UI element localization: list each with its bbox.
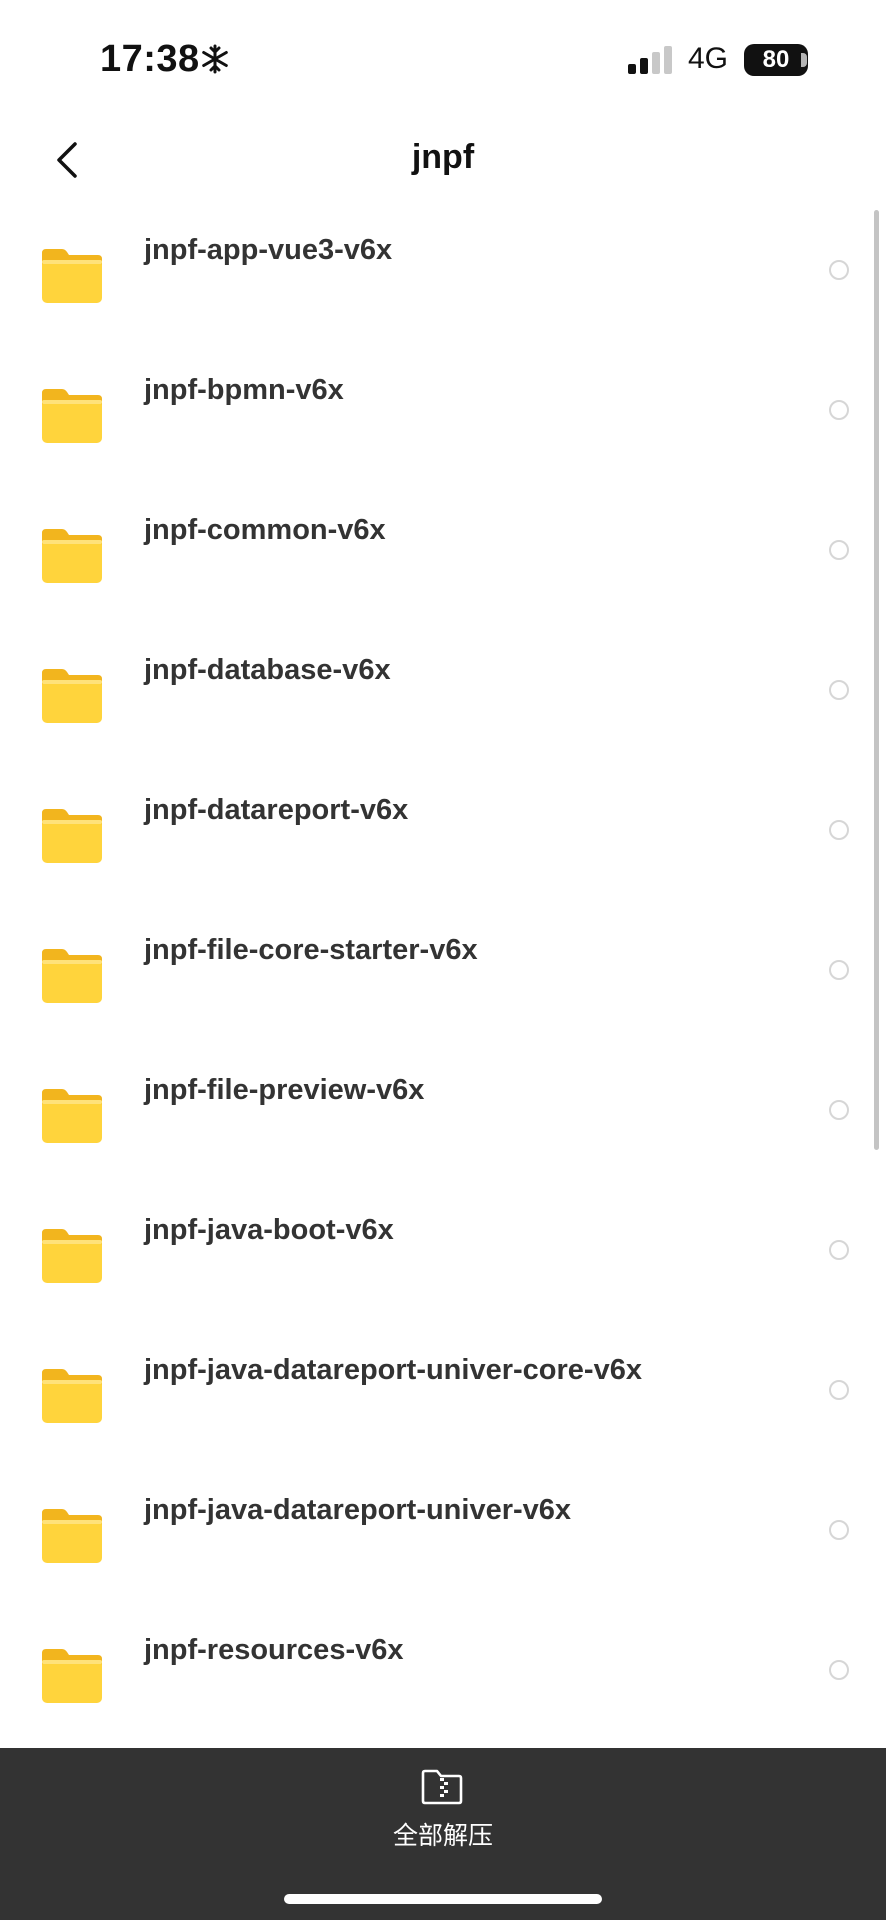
file-name: jnpf-file-preview-v6x	[144, 1074, 425, 1106]
file-row[interactable]: jnpf-file-core-starter-v6x	[0, 910, 886, 1050]
bottom-action-bar: 全部解压	[0, 1748, 886, 1920]
folder-icon	[42, 389, 102, 443]
folder-icon	[42, 809, 102, 863]
file-row[interactable]: jnpf-file-preview-v6x	[0, 1050, 886, 1190]
select-radio[interactable]	[829, 1660, 849, 1680]
file-row[interactable]: jnpf-bpmn-v6x	[0, 350, 886, 490]
folder-icon	[42, 1369, 102, 1423]
file-name: jnpf-bpmn-v6x	[144, 374, 344, 406]
select-radio[interactable]	[829, 960, 849, 980]
select-radio[interactable]	[829, 1380, 849, 1400]
file-list[interactable]: jnpf-app-vue3-v6x jnpf-bpmn-v6x jnpf-commo…	[0, 210, 886, 1748]
select-radio[interactable]	[829, 1240, 849, 1260]
cellular-signal-icon	[628, 46, 672, 74]
file-row[interactable]: jnpf-datareport-v6x	[0, 770, 886, 910]
file-name: jnpf-database-v6x	[144, 654, 391, 686]
file-row[interactable]: jnpf-java-boot-v6x	[0, 1190, 886, 1330]
folder-icon	[42, 1509, 102, 1563]
select-radio[interactable]	[829, 1520, 849, 1540]
select-radio[interactable]	[829, 540, 849, 560]
home-indicator[interactable]	[284, 1894, 602, 1904]
select-radio[interactable]	[829, 260, 849, 280]
file-name: jnpf-java-datareport-univer-core-v6x	[144, 1354, 642, 1386]
select-radio[interactable]	[829, 820, 849, 840]
folder-icon	[42, 249, 102, 303]
file-name: jnpf-java-datareport-univer-v6x	[144, 1494, 572, 1526]
battery-cap	[801, 53, 807, 67]
extract-all-button[interactable]: 全部解压	[343, 1762, 543, 1862]
file-name: jnpf-app-vue3-v6x	[144, 234, 393, 266]
file-row[interactable]: jnpf-common-v6x	[0, 490, 886, 630]
file-row[interactable]: jnpf-app-vue3-v6x	[0, 210, 886, 350]
nav-bar: jnpf	[0, 120, 886, 212]
select-radio[interactable]	[829, 1100, 849, 1120]
file-row[interactable]: jnpf-resources-v6x	[0, 1610, 886, 1748]
file-row[interactable]: jnpf-java-datareport-univer-core-v6x	[0, 1330, 886, 1470]
zip-file-icon	[421, 1769, 463, 1805]
file-row[interactable]: jnpf-database-v6x	[0, 630, 886, 770]
folder-icon	[42, 1089, 102, 1143]
file-name: jnpf-java-boot-v6x	[144, 1214, 394, 1246]
battery-icon: 80	[744, 44, 808, 76]
file-row[interactable]: jnpf-java-datareport-univer-v6x	[0, 1470, 886, 1610]
folder-icon	[42, 1649, 102, 1703]
status-bar: 17:38 4G 80	[0, 0, 886, 120]
scrollbar[interactable]	[874, 210, 879, 1150]
folder-icon	[42, 669, 102, 723]
select-radio[interactable]	[829, 680, 849, 700]
page-title: jnpf	[411, 138, 475, 176]
file-name: jnpf-common-v6x	[144, 514, 386, 546]
battery-level: 80	[762, 46, 790, 73]
network-type: 4G	[688, 42, 729, 75]
select-radio[interactable]	[829, 400, 849, 420]
status-time: 17:38	[100, 38, 200, 80]
file-name: jnpf-file-core-starter-v6x	[144, 934, 478, 966]
file-name: jnpf-datareport-v6x	[144, 794, 409, 826]
snowflake-icon	[202, 44, 228, 74]
screen: 17:38 4G 80 jnpf jnpf-app-vue3-v6x jnpf-…	[0, 0, 886, 1920]
folder-icon	[42, 529, 102, 583]
file-name: jnpf-resources-v6x	[144, 1634, 404, 1666]
folder-icon	[42, 1229, 102, 1283]
extract-all-label: 全部解压	[392, 1821, 493, 1850]
folder-icon	[42, 949, 102, 1003]
